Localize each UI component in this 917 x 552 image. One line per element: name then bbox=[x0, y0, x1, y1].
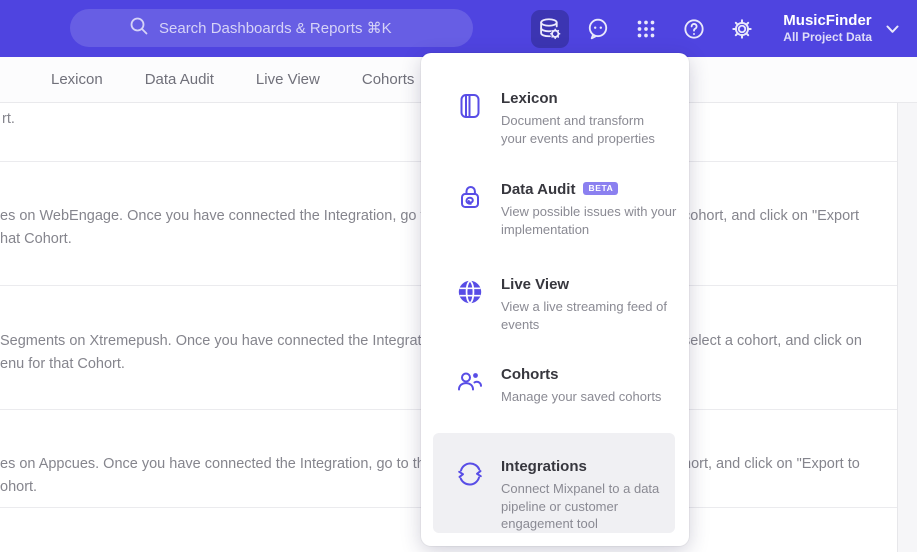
beta-badge: BETA bbox=[583, 182, 619, 195]
menu-item-integrations[interactable]: Integrations Connect Mixpanel to a data … bbox=[433, 433, 675, 533]
apps-grid-icon[interactable] bbox=[627, 10, 665, 48]
tab-data-audit[interactable]: Data Audit bbox=[145, 57, 214, 102]
vertical-scrollbar[interactable] bbox=[897, 103, 917, 552]
tab-cohorts[interactable]: Cohorts bbox=[362, 57, 415, 102]
data-management-icon[interactable] bbox=[531, 9, 570, 48]
chevron-down-icon bbox=[886, 21, 899, 39]
search-input[interactable] bbox=[159, 19, 414, 37]
audit-lock-icon bbox=[455, 182, 485, 212]
menu-item-cohorts[interactable]: Cohorts Manage your saved cohorts bbox=[455, 365, 675, 406]
mixpanel-app-window: rt. es on WebEngage. Once you have conne… bbox=[0, 0, 917, 552]
menu-item-title: Live View bbox=[501, 276, 570, 293]
row-text: cohort, and click on "Export bbox=[683, 208, 860, 224]
menu-item-title: Cohorts bbox=[501, 366, 559, 383]
menu-item-data-audit[interactable]: Data Audit BETA View possible issues wit… bbox=[455, 180, 676, 238]
menu-item-live-view[interactable]: Live View View a live streaming feed of … bbox=[455, 275, 675, 333]
search-icon bbox=[129, 16, 149, 41]
nav-icon-cluster: MusicFinder All Project Data bbox=[521, 0, 899, 57]
menu-item-title: Integrations bbox=[501, 458, 587, 475]
menu-item-description: Document and transform your events and p… bbox=[501, 113, 655, 146]
menu-item-title: Lexicon bbox=[501, 90, 558, 107]
menu-item-title: Data Audit bbox=[501, 181, 576, 198]
menu-item-description: View a live streaming feed of events bbox=[501, 299, 667, 332]
project-subtitle: All Project Data bbox=[783, 30, 872, 45]
tab-lexicon[interactable]: Lexicon bbox=[51, 57, 103, 102]
top-nav-bar: MusicFinder All Project Data bbox=[0, 0, 917, 57]
data-management-dropdown: Lexicon Document and transform your even… bbox=[421, 53, 689, 546]
menu-item-description: View possible issues with your implement… bbox=[501, 204, 677, 237]
tab-live-view[interactable]: Live View bbox=[256, 57, 320, 102]
globe-icon bbox=[455, 277, 485, 307]
people-icon bbox=[455, 367, 485, 397]
settings-gear-icon[interactable] bbox=[723, 10, 761, 48]
sync-arrows-icon bbox=[455, 459, 485, 489]
menu-item-lexicon[interactable]: Lexicon Document and transform your even… bbox=[455, 89, 675, 147]
project-name: MusicFinder bbox=[783, 11, 872, 29]
row-text: hort, and click on "Export to bbox=[683, 456, 860, 472]
help-icon[interactable] bbox=[675, 10, 713, 48]
menu-item-description: Manage your saved cohorts bbox=[501, 389, 662, 404]
row-text: select a cohort, and click on bbox=[683, 333, 862, 349]
project-switcher[interactable]: MusicFinder All Project Data bbox=[783, 12, 899, 46]
menu-item-description: Connect Mixpanel to a data pipeline or c… bbox=[501, 481, 660, 531]
feedback-icon[interactable] bbox=[579, 10, 617, 48]
global-search[interactable] bbox=[70, 9, 473, 47]
book-icon bbox=[455, 91, 485, 121]
